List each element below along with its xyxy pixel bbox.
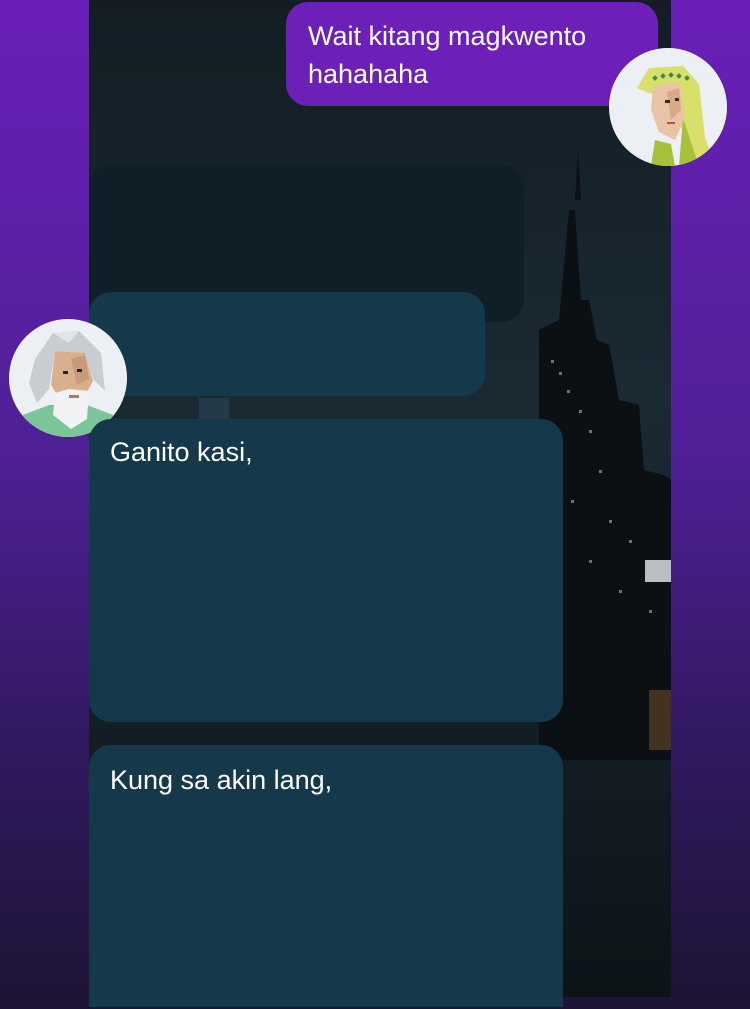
message-text: Ganito kasi,: [110, 437, 253, 467]
message-text: Kung sa akin lang,: [110, 765, 333, 795]
elf-woman-avatar-icon: [609, 48, 727, 166]
outgoing-message-bubble[interactable]: Wait kitang magkwento hahahaha: [286, 2, 658, 106]
message-text: Wait kitang magkwento hahahaha: [308, 21, 587, 89]
incoming-message-bubble[interactable]: Ganito kasi,: [89, 419, 563, 722]
incoming-message-bubble[interactable]: [89, 292, 485, 396]
self-avatar[interactable]: [609, 48, 727, 166]
incoming-message-bubble[interactable]: Kung sa akin lang,: [89, 745, 563, 1007]
